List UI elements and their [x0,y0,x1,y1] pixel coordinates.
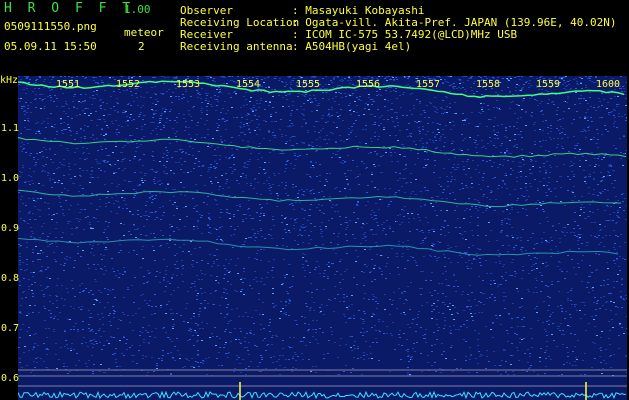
x-tick-label: 1554 [236,79,261,90]
y-tick-label: 0.6 [1,373,20,384]
x-tick-label: 1552 [116,79,141,90]
info-value-antenna: : A504HB(yagi 4el) [292,40,412,53]
x-tick-label: 1551 [56,79,81,90]
x-tick-label: 1557 [416,79,441,90]
x-tick-label: 1600 [596,79,621,90]
y-tick-label: 1.1 [1,123,20,134]
info-key-antenna: Receiving antenna [180,40,293,53]
y-tick-label: 0.9 [1,223,20,234]
file-datetime: 05.09.11 15:50 [4,40,97,53]
app-version: 1.00 [124,3,151,16]
meteor-count: 2 [138,40,145,53]
x-tick-label: 1553 [176,79,201,90]
y-tick-label: 0.8 [1,273,20,284]
y-tick-label: 0.7 [1,323,20,334]
spectrogram-background [18,76,627,400]
app-name: H R O F F T [4,1,135,16]
file-name: 0509111550.png [4,20,97,33]
x-tick-label: 1559 [536,79,561,90]
header-panel: H R O F F T 1.00 0509111550.png 05.09.11… [0,0,629,74]
spectrogram-plot [18,76,627,400]
y-tick-label: 1.0 [1,173,20,184]
y-axis-unit: kHz [0,75,19,86]
meteor-label: meteor [124,26,164,39]
x-tick-label: 1556 [356,79,381,90]
x-tick-label: 1555 [296,79,321,90]
x-tick-label: 1558 [476,79,501,90]
